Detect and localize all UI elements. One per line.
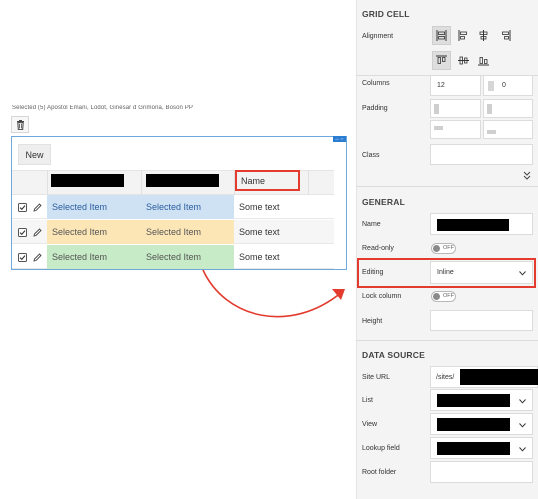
align-stretch-icon <box>436 30 447 41</box>
padding-top-input[interactable] <box>430 120 481 139</box>
redacted-name <box>437 219 509 231</box>
chevron-down-icon <box>519 423 526 428</box>
list-select[interactable] <box>430 389 533 411</box>
columns-value: 12 <box>437 82 445 89</box>
editing-value: Inline <box>437 269 454 276</box>
padding-right-input[interactable] <box>483 99 533 118</box>
lock-column-state: OFF <box>443 293 454 299</box>
padding-left-input[interactable] <box>430 99 481 118</box>
align-middle-button[interactable] <box>454 51 473 70</box>
redacted-lookup <box>437 442 510 455</box>
toggle-knob <box>433 293 440 300</box>
view-label: View <box>362 421 378 428</box>
padding-right-icon <box>487 104 492 114</box>
align-stretch-button[interactable] <box>432 26 451 45</box>
section-title-grid-cell: GRID CELL <box>362 9 410 19</box>
chevron-down-icon <box>519 447 526 452</box>
divider <box>356 340 538 341</box>
redacted-list <box>437 394 510 407</box>
align-middle-icon <box>458 56 469 65</box>
section-title-data-source: DATA SOURCE <box>362 350 425 360</box>
chevron-down-icon <box>519 271 526 276</box>
padding-bottom-icon <box>487 130 496 134</box>
align-top-button[interactable] <box>432 51 451 70</box>
double-chevron-down-icon[interactable] <box>523 171 531 182</box>
root-folder-input[interactable] <box>430 461 533 483</box>
lock-column-label: Lock column <box>362 293 402 300</box>
editing-label: Editing <box>362 269 384 276</box>
toggle-knob <box>433 245 440 252</box>
align-center-button[interactable] <box>474 26 493 45</box>
redacted-view <box>437 418 510 431</box>
columns-label: Columns <box>362 80 390 87</box>
padding-bottom-input[interactable] <box>483 120 533 139</box>
chevron-down-icon <box>519 399 526 404</box>
lock-column-toggle[interactable]: OFF <box>431 291 456 302</box>
name-label: Name <box>362 221 381 228</box>
redacted-site-url <box>460 369 538 385</box>
name-input[interactable] <box>430 213 533 235</box>
align-right-icon <box>502 30 511 41</box>
readonly-state: OFF <box>443 245 454 251</box>
align-bottom-button[interactable] <box>474 51 493 70</box>
align-bottom-icon <box>478 57 489 66</box>
alignment-label: Alignment <box>362 33 394 40</box>
view-select[interactable] <box>430 413 533 435</box>
height-label: Height <box>362 318 383 325</box>
offset-marker <box>488 81 494 91</box>
align-left-icon <box>458 30 467 41</box>
align-center-icon <box>479 30 488 41</box>
lookup-field-select[interactable] <box>430 437 533 459</box>
site-url-value: /sites/ <box>436 374 455 381</box>
padding-top-icon <box>434 126 443 130</box>
class-input[interactable] <box>430 144 533 165</box>
readonly-label: Read-only <box>362 245 394 252</box>
lookup-field-label: Lookup field <box>362 445 400 452</box>
root-folder-label: Root folder <box>362 469 397 476</box>
columns-input[interactable]: 12 <box>430 75 481 96</box>
site-url-input[interactable]: /sites/ <box>430 366 538 388</box>
section-title-general: GENERAL <box>362 197 405 207</box>
readonly-toggle[interactable]: OFF <box>431 243 456 254</box>
columns-offset-input[interactable]: 0 <box>483 75 533 96</box>
site-url-label: Site URL <box>362 374 391 381</box>
class-label: Class <box>362 152 380 159</box>
align-right-button[interactable] <box>496 26 515 45</box>
align-top-icon <box>436 55 447 64</box>
editing-select[interactable]: Inline <box>430 261 533 284</box>
divider <box>356 186 538 187</box>
height-input[interactable] <box>430 310 533 331</box>
columns-offset-value: 0 <box>502 82 506 89</box>
list-label: List <box>362 397 373 404</box>
padding-left-icon <box>434 104 439 114</box>
align-left-button[interactable] <box>454 26 473 45</box>
padding-label: Padding <box>362 105 388 112</box>
